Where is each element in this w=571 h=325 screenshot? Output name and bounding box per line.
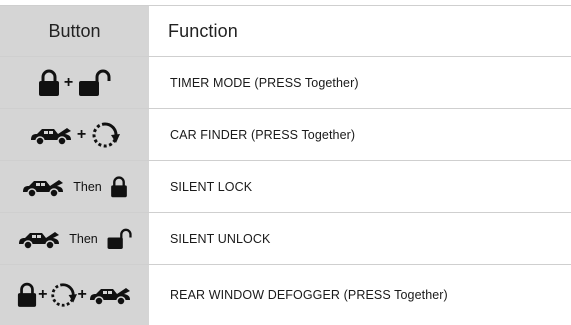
button-combo-cell: Then [0,161,150,212]
lock-closed-icon [110,175,128,198]
plus-connector: + [77,286,87,303]
car-trunk-open-icon [21,176,65,198]
lock-open-icon [77,69,111,97]
table-row: + + REAR WINDOW DEFOGGER (PRESS Together… [0,265,571,325]
table-row: + CAR FINDER (PRESS Together) [0,109,571,161]
car-trunk-open-icon [88,284,132,306]
car-trunk-open-icon [17,228,61,250]
button-function-table: Button Function + TIMER MODE (PRESS Toge… [0,6,571,325]
plus-connector: + [63,73,74,91]
car-finder-arrow-icon [90,120,121,150]
button-combo-cell: + + [0,265,150,325]
car-trunk-open-icon [29,124,73,146]
then-connector: Then [69,231,98,246]
table-row: Then SILENT UNLOCK [0,213,571,265]
button-combo-cell: Then [0,213,150,264]
table-header-row: Button Function [0,6,571,57]
function-text: SILENT UNLOCK [170,231,271,246]
car-finder-arrow-icon [49,281,77,309]
header-button: Button [0,6,150,56]
lock-open-icon [106,228,132,250]
button-combo-cell: + [0,57,150,108]
lock-closed-icon [38,69,60,97]
function-text: SILENT LOCK [170,179,253,194]
plus-connector: + [38,286,48,303]
then-connector: Then [73,179,102,194]
function-text: CAR FINDER (PRESS Together) [170,127,356,142]
table-row: + TIMER MODE (PRESS Together) [0,57,571,109]
function-text: TIMER MODE (PRESS Together) [170,75,359,90]
function-text: REAR WINDOW DEFOGGER (PRESS Together) [170,288,448,302]
header-function: Function [168,20,238,41]
plus-connector: + [76,125,87,143]
lock-closed-icon [17,281,37,309]
table-row: Then SILENT LOCK [0,161,571,213]
button-combo-cell: + [0,109,150,160]
